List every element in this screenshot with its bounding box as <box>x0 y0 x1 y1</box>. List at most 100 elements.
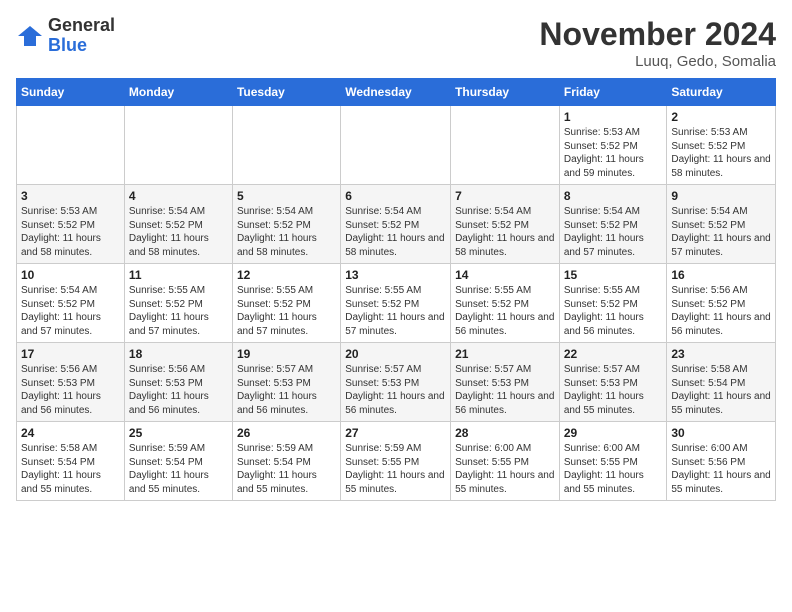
location: Luuq, Gedo, Somalia <box>539 53 776 70</box>
day-number: 19 <box>237 347 336 361</box>
day-info: Sunrise: 5:56 AMSunset: 5:53 PMDaylight:… <box>21 363 120 417</box>
day-number: 24 <box>21 426 120 440</box>
day-info: Sunrise: 5:56 AMSunset: 5:53 PMDaylight:… <box>129 363 228 417</box>
day-number: 30 <box>671 426 771 440</box>
day-number: 8 <box>564 189 663 203</box>
calendar-cell: 23 Sunrise: 5:58 AMSunset: 5:54 PMDayligh… <box>667 343 776 422</box>
day-info: Sunrise: 5:54 AMSunset: 5:52 PMDaylight:… <box>564 205 663 259</box>
calendar-cell: 8 Sunrise: 5:54 AMSunset: 5:52 PMDaylight… <box>559 185 667 264</box>
calendar-cell: 4 Sunrise: 5:54 AMSunset: 5:52 PMDaylight… <box>124 185 232 264</box>
day-number: 25 <box>129 426 228 440</box>
logo-text: General Blue <box>48 16 115 56</box>
calendar-cell: 24Sunrise: 5:58 AMSunset: 5:54 PMDayligh… <box>17 422 125 501</box>
week-row-1: 1 Sunrise: 5:53 AMSunset: 5:52 PMDaylight… <box>17 106 776 185</box>
day-info: Sunrise: 5:54 AMSunset: 5:52 PMDaylight:… <box>671 205 771 259</box>
day-header-saturday: Saturday <box>667 79 776 106</box>
day-number: 29 <box>564 426 663 440</box>
calendar-cell: 30 Sunrise: 6:00 AMSunset: 5:56 PMDayligh… <box>667 422 776 501</box>
logo: General Blue <box>16 16 115 56</box>
day-number: 4 <box>129 189 228 203</box>
calendar-cell <box>124 106 232 185</box>
day-number: 5 <box>237 189 336 203</box>
page-header: General Blue November 2024 Luuq, Gedo, S… <box>16 16 776 70</box>
calendar-cell <box>17 106 125 185</box>
day-info: Sunrise: 5:55 AMSunset: 5:52 PMDaylight:… <box>564 284 663 338</box>
day-number: 23 <box>671 347 771 361</box>
calendar-cell: 11Sunrise: 5:55 AMSunset: 5:52 PMDayligh… <box>124 264 232 343</box>
title-area: November 2024 Luuq, Gedo, Somalia <box>539 16 776 70</box>
calendar-cell: 13 Sunrise: 5:55 AMSunset: 5:52 PMDayligh… <box>341 264 451 343</box>
day-header-sunday: Sunday <box>17 79 125 106</box>
day-info: Sunrise: 5:57 AMSunset: 5:53 PMDaylight:… <box>237 363 336 417</box>
day-number: 12 <box>237 268 336 282</box>
day-number: 22 <box>564 347 663 361</box>
calendar-cell: 3Sunrise: 5:53 AMSunset: 5:52 PMDaylight… <box>17 185 125 264</box>
calendar-cell: 2Sunrise: 5:53 AMSunset: 5:52 PMDaylight… <box>667 106 776 185</box>
calendar-cell: 15 Sunrise: 5:55 AMSunset: 5:52 PMDayligh… <box>559 264 667 343</box>
calendar-cell: 17 Sunrise: 5:56 AMSunset: 5:53 PMDayligh… <box>17 343 125 422</box>
day-info: Sunrise: 6:00 AMSunset: 5:55 PMDaylight:… <box>455 442 555 496</box>
calendar-cell: 27 Sunrise: 5:59 AMSunset: 5:55 PMDayligh… <box>341 422 451 501</box>
week-row-5: 24Sunrise: 5:58 AMSunset: 5:54 PMDayligh… <box>17 422 776 501</box>
calendar-cell: 22Sunrise: 5:57 AMSunset: 5:53 PMDayligh… <box>559 343 667 422</box>
calendar-cell: 5 Sunrise: 5:54 AMSunset: 5:52 PMDaylight… <box>232 185 340 264</box>
day-number: 9 <box>671 189 771 203</box>
day-number: 17 <box>21 347 120 361</box>
day-number: 16 <box>671 268 771 282</box>
day-info: Sunrise: 5:59 AMSunset: 5:54 PMDaylight:… <box>237 442 336 496</box>
calendar-cell: 25Sunrise: 5:59 AMSunset: 5:54 PMDayligh… <box>124 422 232 501</box>
day-number: 15 <box>564 268 663 282</box>
calendar-cell <box>341 106 451 185</box>
day-number: 2 <box>671 110 771 124</box>
calendar-cell: 26Sunrise: 5:59 AMSunset: 5:54 PMDayligh… <box>232 422 340 501</box>
day-number: 10 <box>21 268 120 282</box>
calendar-cell: 10 Sunrise: 5:54 AMSunset: 5:52 PMDayligh… <box>17 264 125 343</box>
day-info: Sunrise: 5:54 AMSunset: 5:52 PMDaylight:… <box>455 205 555 259</box>
month-title: November 2024 <box>539 16 776 53</box>
logo-icon <box>16 22 44 50</box>
calendar-cell: 19 Sunrise: 5:57 AMSunset: 5:53 PMDayligh… <box>232 343 340 422</box>
calendar-table: SundayMondayTuesdayWednesdayThursdayFrid… <box>16 78 776 501</box>
logo-general: General <box>48 16 115 36</box>
day-number: 27 <box>345 426 446 440</box>
week-row-2: 3Sunrise: 5:53 AMSunset: 5:52 PMDaylight… <box>17 185 776 264</box>
calendar-cell: 12Sunrise: 5:55 AMSunset: 5:52 PMDayligh… <box>232 264 340 343</box>
day-number: 28 <box>455 426 555 440</box>
day-header-tuesday: Tuesday <box>232 79 340 106</box>
day-number: 6 <box>345 189 446 203</box>
calendar-cell: 6Sunrise: 5:54 AMSunset: 5:52 PMDaylight… <box>341 185 451 264</box>
calendar-cell: 1 Sunrise: 5:53 AMSunset: 5:52 PMDaylight… <box>559 106 667 185</box>
calendar-cell: 16 Sunrise: 5:56 AMSunset: 5:52 PMDayligh… <box>667 264 776 343</box>
day-info: Sunrise: 5:55 AMSunset: 5:52 PMDaylight:… <box>345 284 446 338</box>
day-number: 7 <box>455 189 555 203</box>
day-number: 13 <box>345 268 446 282</box>
day-number: 14 <box>455 268 555 282</box>
week-row-3: 10 Sunrise: 5:54 AMSunset: 5:52 PMDayligh… <box>17 264 776 343</box>
day-header-friday: Friday <box>559 79 667 106</box>
day-header-thursday: Thursday <box>451 79 560 106</box>
calendar-cell: 21Sunrise: 5:57 AMSunset: 5:53 PMDayligh… <box>451 343 560 422</box>
day-number: 3 <box>21 189 120 203</box>
calendar-cell <box>232 106 340 185</box>
day-info: Sunrise: 5:54 AMSunset: 5:52 PMDaylight:… <box>21 284 120 338</box>
day-info: Sunrise: 5:53 AMSunset: 5:52 PMDaylight:… <box>564 126 663 180</box>
day-info: Sunrise: 5:54 AMSunset: 5:52 PMDaylight:… <box>237 205 336 259</box>
calendar-cell: 20Sunrise: 5:57 AMSunset: 5:53 PMDayligh… <box>341 343 451 422</box>
calendar-cell: 18Sunrise: 5:56 AMSunset: 5:53 PMDayligh… <box>124 343 232 422</box>
calendar-cell <box>451 106 560 185</box>
day-info: Sunrise: 5:59 AMSunset: 5:55 PMDaylight:… <box>345 442 446 496</box>
day-number: 11 <box>129 268 228 282</box>
calendar-cell: 7 Sunrise: 5:54 AMSunset: 5:52 PMDaylight… <box>451 185 560 264</box>
calendar-cell: 28 Sunrise: 6:00 AMSunset: 5:55 PMDayligh… <box>451 422 560 501</box>
day-number: 20 <box>345 347 446 361</box>
day-info: Sunrise: 5:54 AMSunset: 5:52 PMDaylight:… <box>129 205 228 259</box>
day-info: Sunrise: 5:56 AMSunset: 5:52 PMDaylight:… <box>671 284 771 338</box>
day-number: 1 <box>564 110 663 124</box>
week-row-4: 17 Sunrise: 5:56 AMSunset: 5:53 PMDayligh… <box>17 343 776 422</box>
day-info: Sunrise: 6:00 AMSunset: 5:56 PMDaylight:… <box>671 442 771 496</box>
day-info: Sunrise: 5:58 AMSunset: 5:54 PMDaylight:… <box>671 363 771 417</box>
logo-blue: Blue <box>48 36 115 56</box>
day-header-monday: Monday <box>124 79 232 106</box>
calendar-cell: 14Sunrise: 5:55 AMSunset: 5:52 PMDayligh… <box>451 264 560 343</box>
calendar-cell: 9 Sunrise: 5:54 AMSunset: 5:52 PMDaylight… <box>667 185 776 264</box>
